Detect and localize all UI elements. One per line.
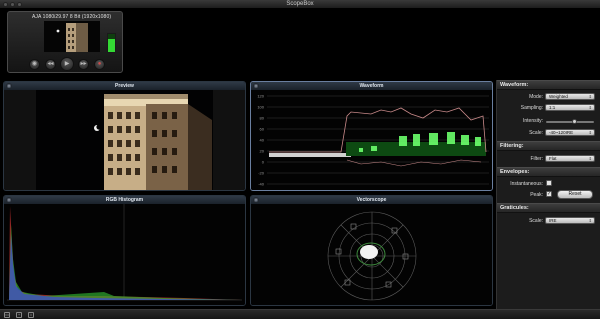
transport-button-0[interactable]: ◉: [29, 59, 40, 70]
checkmark-icon: ✓: [547, 191, 552, 197]
transport-button-3[interactable]: ▸▸: [78, 59, 89, 70]
waveform-scale-label: 80: [260, 116, 265, 121]
histogram-title: RGB Histogram: [4, 196, 245, 204]
add-icon[interactable]: +: [16, 312, 22, 318]
status-bar: ▭ + ⌂: [0, 309, 600, 319]
waveform-panel: Waveform × 120 100 80 60 40 20 0 -20 -40: [250, 81, 493, 191]
filter-value: Flat: [549, 156, 557, 161]
audio-level-fill: [108, 38, 115, 52]
waveform-scale-label: 20: [260, 149, 265, 154]
mode-label: Mode:: [529, 94, 543, 100]
preview-panel: Preview ×: [3, 81, 246, 191]
mode-value: Weighted: [549, 94, 568, 99]
instantaneous-checkbox[interactable]: [546, 180, 552, 186]
histogram-viewport[interactable]: [4, 204, 245, 305]
filter-label: Filter:: [530, 156, 544, 162]
chevron-updown-icon: ⇕: [588, 156, 592, 161]
histogram-panel: RGB Histogram ×: [3, 195, 246, 306]
waveform-scale-label: 100: [257, 105, 264, 110]
audio-level-meter: [107, 33, 116, 53]
waveform-section-header: Waveform:: [497, 80, 600, 90]
preview-image: [4, 90, 245, 190]
vectorscope-viewport[interactable]: [251, 204, 492, 305]
reset-button[interactable]: Reset: [557, 190, 593, 199]
vectorscope-scope: [251, 204, 492, 305]
sampling-select[interactable]: 1:1 ⇕: [545, 104, 595, 111]
vectorscope-panel: Vectorscope ×: [250, 195, 493, 306]
graticule-scale-value: IRE: [549, 218, 557, 223]
waveform-scope: 120100806040200-20-40: [251, 90, 492, 190]
window-title: ScopeBox: [286, 1, 314, 7]
waveform-scale-label: 40: [260, 138, 265, 143]
waveform-scale-label: 120: [257, 94, 264, 99]
inspector-sidebar: Waveform: Mode: Weighted ⇕ Sampling: 1:1 ⇕…: [496, 80, 600, 309]
play-icon: ▶: [64, 61, 70, 67]
peak-checkbox[interactable]: ✓: [546, 191, 552, 197]
vectorscope-title: Vectorscope: [251, 196, 492, 204]
layout-icon[interactable]: ▭: [4, 312, 10, 318]
forward-icon: ▸▸: [80, 61, 87, 67]
preview-title: Preview: [4, 82, 245, 90]
waveform-scale-label: -40: [258, 182, 265, 187]
mode-select[interactable]: Weighted ⇕: [545, 93, 595, 100]
scale-select[interactable]: -40~120IRE ⇕: [545, 129, 595, 136]
graticule-scale-select[interactable]: IRE ⇕: [545, 217, 595, 224]
source-thumbnail[interactable]: [44, 21, 100, 52]
intensity-slider-knob[interactable]: [572, 119, 578, 124]
chevron-updown-icon: ⇕: [588, 105, 592, 110]
camera-icon: ◉: [31, 61, 38, 67]
lock-icon[interactable]: ⌂: [28, 312, 34, 318]
scale-label: Scale:: [529, 130, 543, 136]
peak-label: Peak:: [530, 192, 543, 198]
close-panel-button[interactable]: ×: [6, 83, 12, 89]
toolbar: AJA 1080i29.97 8 Bit (1920x1080) ◉ ◂◂ ▶ …: [0, 9, 600, 75]
transport-button-2[interactable]: ▶: [60, 57, 74, 71]
waveform-scale-label: 60: [260, 127, 265, 132]
chevron-updown-icon: ⇕: [588, 218, 592, 223]
preview-viewport[interactable]: [4, 90, 245, 190]
waveform-viewport[interactable]: 120 100 80 60 40 20 0 -20 -40: [251, 90, 492, 190]
graticules-section-header: Graticules:: [497, 203, 600, 213]
record-icon: ●: [97, 61, 102, 67]
instantaneous-label: Instantaneous:: [510, 181, 543, 187]
filter-select[interactable]: Flat ⇕: [545, 155, 595, 162]
building-thumbnail-image: [44, 21, 100, 52]
envelopes-section-header: Envelopes:: [497, 167, 600, 177]
scopebox-window: ScopeBox AJA 1080i29.97 8 Bit (1920x1080…: [0, 0, 600, 319]
close-panel-button[interactable]: ×: [253, 83, 259, 89]
intensity-label: Intensity:: [522, 118, 543, 124]
transport-button-1[interactable]: ◂◂: [45, 59, 56, 70]
sampling-label: Sampling:: [520, 105, 543, 111]
waveform-title: Waveform: [251, 82, 492, 90]
vectorscope-trace: [360, 245, 378, 259]
rewind-icon: ◂◂: [47, 61, 54, 67]
source-panel: AJA 1080i29.97 8 Bit (1920x1080) ◉ ◂◂ ▶ …: [7, 11, 123, 73]
graticule-scale-label: Scale:: [529, 218, 543, 224]
rgb-histogram: [4, 204, 245, 305]
chevron-updown-icon: ⇕: [588, 94, 592, 99]
waveform-scale-label: -20: [258, 171, 265, 176]
scale-value: -40~120IRE: [549, 130, 574, 135]
intensity-slider[interactable]: [546, 119, 594, 124]
chevron-updown-icon: ⇕: [588, 130, 592, 135]
source-format-label: AJA 1080i29.97 8 Bit (1920x1080): [32, 14, 112, 20]
waveform-trace-low: [269, 153, 351, 157]
title-bar: ScopeBox: [0, 0, 600, 9]
sampling-value: 1:1: [549, 105, 556, 110]
close-panel-button[interactable]: ×: [253, 197, 259, 203]
transport-button-4[interactable]: ●: [94, 59, 105, 70]
filtering-section-header: Filtering:: [497, 141, 600, 151]
close-panel-button[interactable]: ×: [6, 197, 12, 203]
